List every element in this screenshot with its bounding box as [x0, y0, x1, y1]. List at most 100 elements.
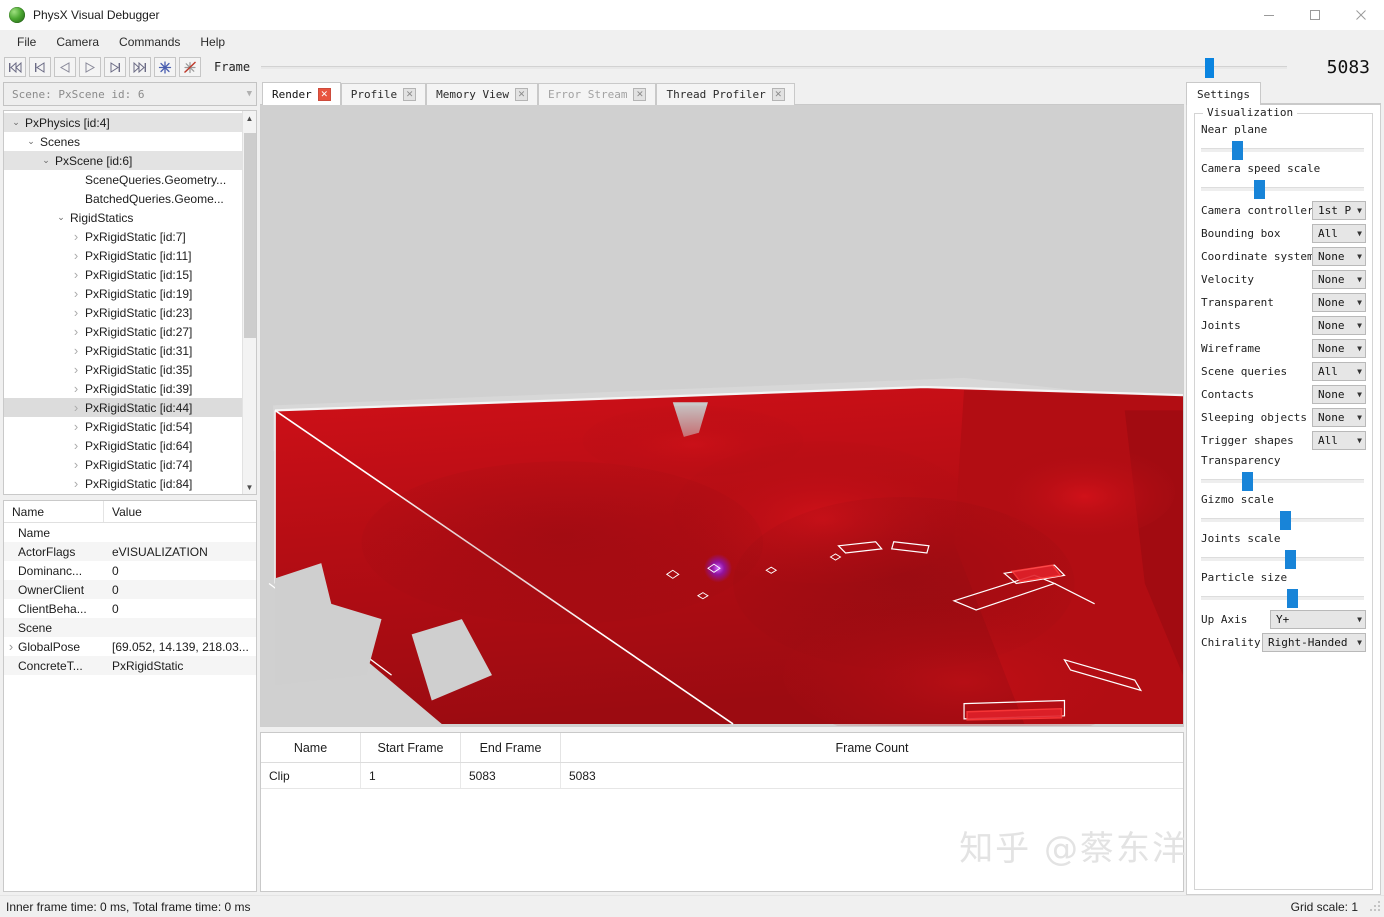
dropdown-wireframe[interactable]: None ▼ — [1312, 338, 1366, 358]
scene-selector-combo[interactable]: Scene: PxScene id: 6 ▼ — [3, 82, 257, 106]
step-forward-frame-icon[interactable] — [104, 57, 126, 77]
slider-thumb[interactable] — [1285, 550, 1297, 569]
tree-item[interactable]: ⌄ Scenes — [4, 132, 242, 151]
tab-settings[interactable]: Settings — [1186, 82, 1261, 105]
tree-item[interactable]: ⌄ PxPhysics [id:4] — [4, 113, 242, 132]
chevron-right-icon[interactable]: › — [68, 381, 84, 396]
dropdown-velocity[interactable]: None ▼ — [1312, 269, 1366, 289]
dropdown-coordinate-system[interactable]: None ▼ — [1312, 246, 1366, 266]
chevron-down-icon[interactable]: ⌄ — [23, 136, 39, 147]
property-row[interactable]: › GlobalPose [69.052, 14.139, 218.03... — [4, 637, 256, 656]
frame-slider-handle[interactable] — [1204, 58, 1214, 78]
slider-camera-speed-scale[interactable] — [1201, 178, 1366, 199]
slider-transparency[interactable] — [1201, 470, 1366, 491]
close-icon[interactable]: ✕ — [317, 87, 331, 101]
dropdown-joints[interactable]: None ▼ — [1312, 315, 1366, 335]
property-row[interactable]: ClientBeha... 0 — [4, 599, 256, 618]
resize-grip-icon[interactable] — [1368, 899, 1382, 914]
tree-scrollbar-track[interactable] — [243, 125, 257, 480]
property-value-cell[interactable]: [69.052, 14.139, 218.03... — [104, 640, 256, 654]
step-back-frame-icon[interactable] — [29, 57, 51, 77]
menu-item-file[interactable]: File — [8, 33, 45, 51]
slider-gizmo-scale[interactable] — [1201, 509, 1366, 530]
chevron-right-icon[interactable]: › — [4, 639, 18, 654]
tree-item[interactable]: ⌄ PxScene [id:6] — [4, 151, 242, 170]
maximize-icon[interactable] — [1292, 0, 1338, 31]
property-row[interactable]: Name — [4, 523, 256, 542]
property-row[interactable]: OwnerClient 0 — [4, 580, 256, 599]
tree-item[interactable]: › PxRigidStatic [id:31] — [4, 341, 242, 360]
menu-item-camera[interactable]: Camera — [47, 33, 108, 51]
dropdown-scene-queries[interactable]: All ▼ — [1312, 361, 1366, 381]
slider-thumb[interactable] — [1232, 141, 1244, 160]
tree-item[interactable]: › PxRigidStatic [id:23] — [4, 303, 242, 322]
dropdown-bounding-box[interactable]: All ▼ — [1312, 223, 1366, 243]
tree-item[interactable]: › PxRigidStatic [id:84] — [4, 474, 242, 493]
chevron-down-icon[interactable]: ⌄ — [38, 155, 54, 166]
property-value-cell[interactable]: 0 — [104, 602, 256, 616]
chevron-right-icon[interactable]: › — [68, 400, 84, 415]
chevron-right-icon[interactable]: › — [68, 419, 84, 434]
property-row[interactable]: Dominanc... 0 — [4, 561, 256, 580]
tree-item[interactable]: › PxRigidStatic [id:64] — [4, 436, 242, 455]
property-row[interactable]: ActorFlags eVISUALIZATION — [4, 542, 256, 561]
object-tree[interactable]: ⌄ PxPhysics [id:4] ⌄ Scenes ⌄ PxScene [id:6] S… — [4, 111, 242, 494]
tree-item[interactable]: › PxRigidStatic [id:35] — [4, 360, 242, 379]
render-viewport[interactable] — [260, 105, 1184, 727]
slider-thumb[interactable] — [1253, 180, 1265, 199]
property-row[interactable]: ConcreteT... PxRigidStatic — [4, 656, 256, 675]
dropdown-contacts[interactable]: None ▼ — [1312, 384, 1366, 404]
close-icon[interactable]: ✕ — [403, 88, 417, 101]
capture-frame-icon[interactable] — [154, 57, 176, 77]
chevron-right-icon[interactable]: › — [68, 438, 84, 453]
go-to-start-icon[interactable] — [4, 57, 26, 77]
tree-vertical-scrollbar[interactable]: ▲ ▼ — [242, 111, 256, 494]
table-row[interactable]: Clip 1 5083 5083 — [261, 763, 1183, 789]
tree-item[interactable]: BatchedQueries.Geome... — [4, 189, 242, 208]
slider-thumb[interactable] — [1242, 472, 1254, 491]
menu-item-help[interactable]: Help — [191, 33, 234, 51]
dropdown-sleeping-objects[interactable]: None ▼ — [1312, 407, 1366, 427]
minimize-icon[interactable] — [1246, 0, 1292, 31]
chevron-right-icon[interactable]: › — [68, 343, 84, 358]
property-value-cell[interactable]: 0 — [104, 564, 256, 578]
dropdown-trigger-shapes[interactable]: All ▼ — [1312, 430, 1366, 450]
chevron-right-icon[interactable]: › — [68, 324, 84, 339]
dropdown-chirality[interactable]: Right-Handed ▼ — [1262, 632, 1366, 652]
tree-item[interactable]: ⌄ RigidStatics — [4, 208, 242, 227]
play-reverse-icon[interactable] — [54, 57, 76, 77]
scroll-down-icon[interactable]: ▼ — [243, 480, 257, 494]
tree-item[interactable]: › PxRigidStatic [id:11] — [4, 246, 242, 265]
tree-item[interactable]: SceneQueries.Geometry... — [4, 170, 242, 189]
property-value-cell[interactable]: eVISUALIZATION — [104, 545, 256, 559]
chevron-right-icon[interactable]: › — [68, 229, 84, 244]
chevron-right-icon[interactable]: › — [68, 286, 84, 301]
close-icon[interactable]: ✕ — [514, 88, 528, 101]
slider-near-plane[interactable] — [1201, 139, 1366, 160]
chevron-right-icon[interactable]: › — [68, 457, 84, 472]
dropdown-transparent[interactable]: None ▼ — [1312, 292, 1366, 312]
menu-item-commands[interactable]: Commands — [110, 33, 189, 51]
close-icon[interactable] — [1338, 0, 1384, 31]
tab-render[interactable]: Render ✕ — [262, 82, 341, 105]
tree-item[interactable]: › PxRigidStatic [id:15] — [4, 265, 242, 284]
close-icon[interactable]: ✕ — [633, 88, 647, 101]
scroll-up-icon[interactable]: ▲ — [243, 111, 257, 125]
chevron-right-icon[interactable]: › — [68, 267, 84, 282]
chevron-down-icon[interactable]: ⌄ — [53, 212, 69, 223]
close-icon[interactable]: ✕ — [771, 88, 785, 101]
tree-scrollbar-thumb[interactable] — [243, 133, 256, 338]
property-value-cell[interactable]: PxRigidStatic — [104, 659, 256, 673]
slider-thumb[interactable] — [1280, 511, 1292, 530]
chevron-right-icon[interactable]: › — [68, 362, 84, 377]
tab-memory-view[interactable]: Memory View ✕ — [426, 83, 538, 105]
tree-item[interactable]: › PxRigidStatic [id:54] — [4, 417, 242, 436]
tree-item[interactable]: › PxRigidStatic [id:74] — [4, 455, 242, 474]
dropdown-up-axis[interactable]: Y+ ▼ — [1270, 609, 1366, 629]
chevron-right-icon[interactable]: › — [68, 248, 84, 263]
dropdown-camera-controller[interactable]: 1st P ▼ — [1312, 200, 1366, 220]
chevron-right-icon[interactable]: › — [68, 476, 84, 491]
chevron-right-icon[interactable]: › — [68, 305, 84, 320]
tree-item[interactable]: › PxRigidStatic [id:27] — [4, 322, 242, 341]
slider-joints-scale[interactable] — [1201, 548, 1366, 569]
